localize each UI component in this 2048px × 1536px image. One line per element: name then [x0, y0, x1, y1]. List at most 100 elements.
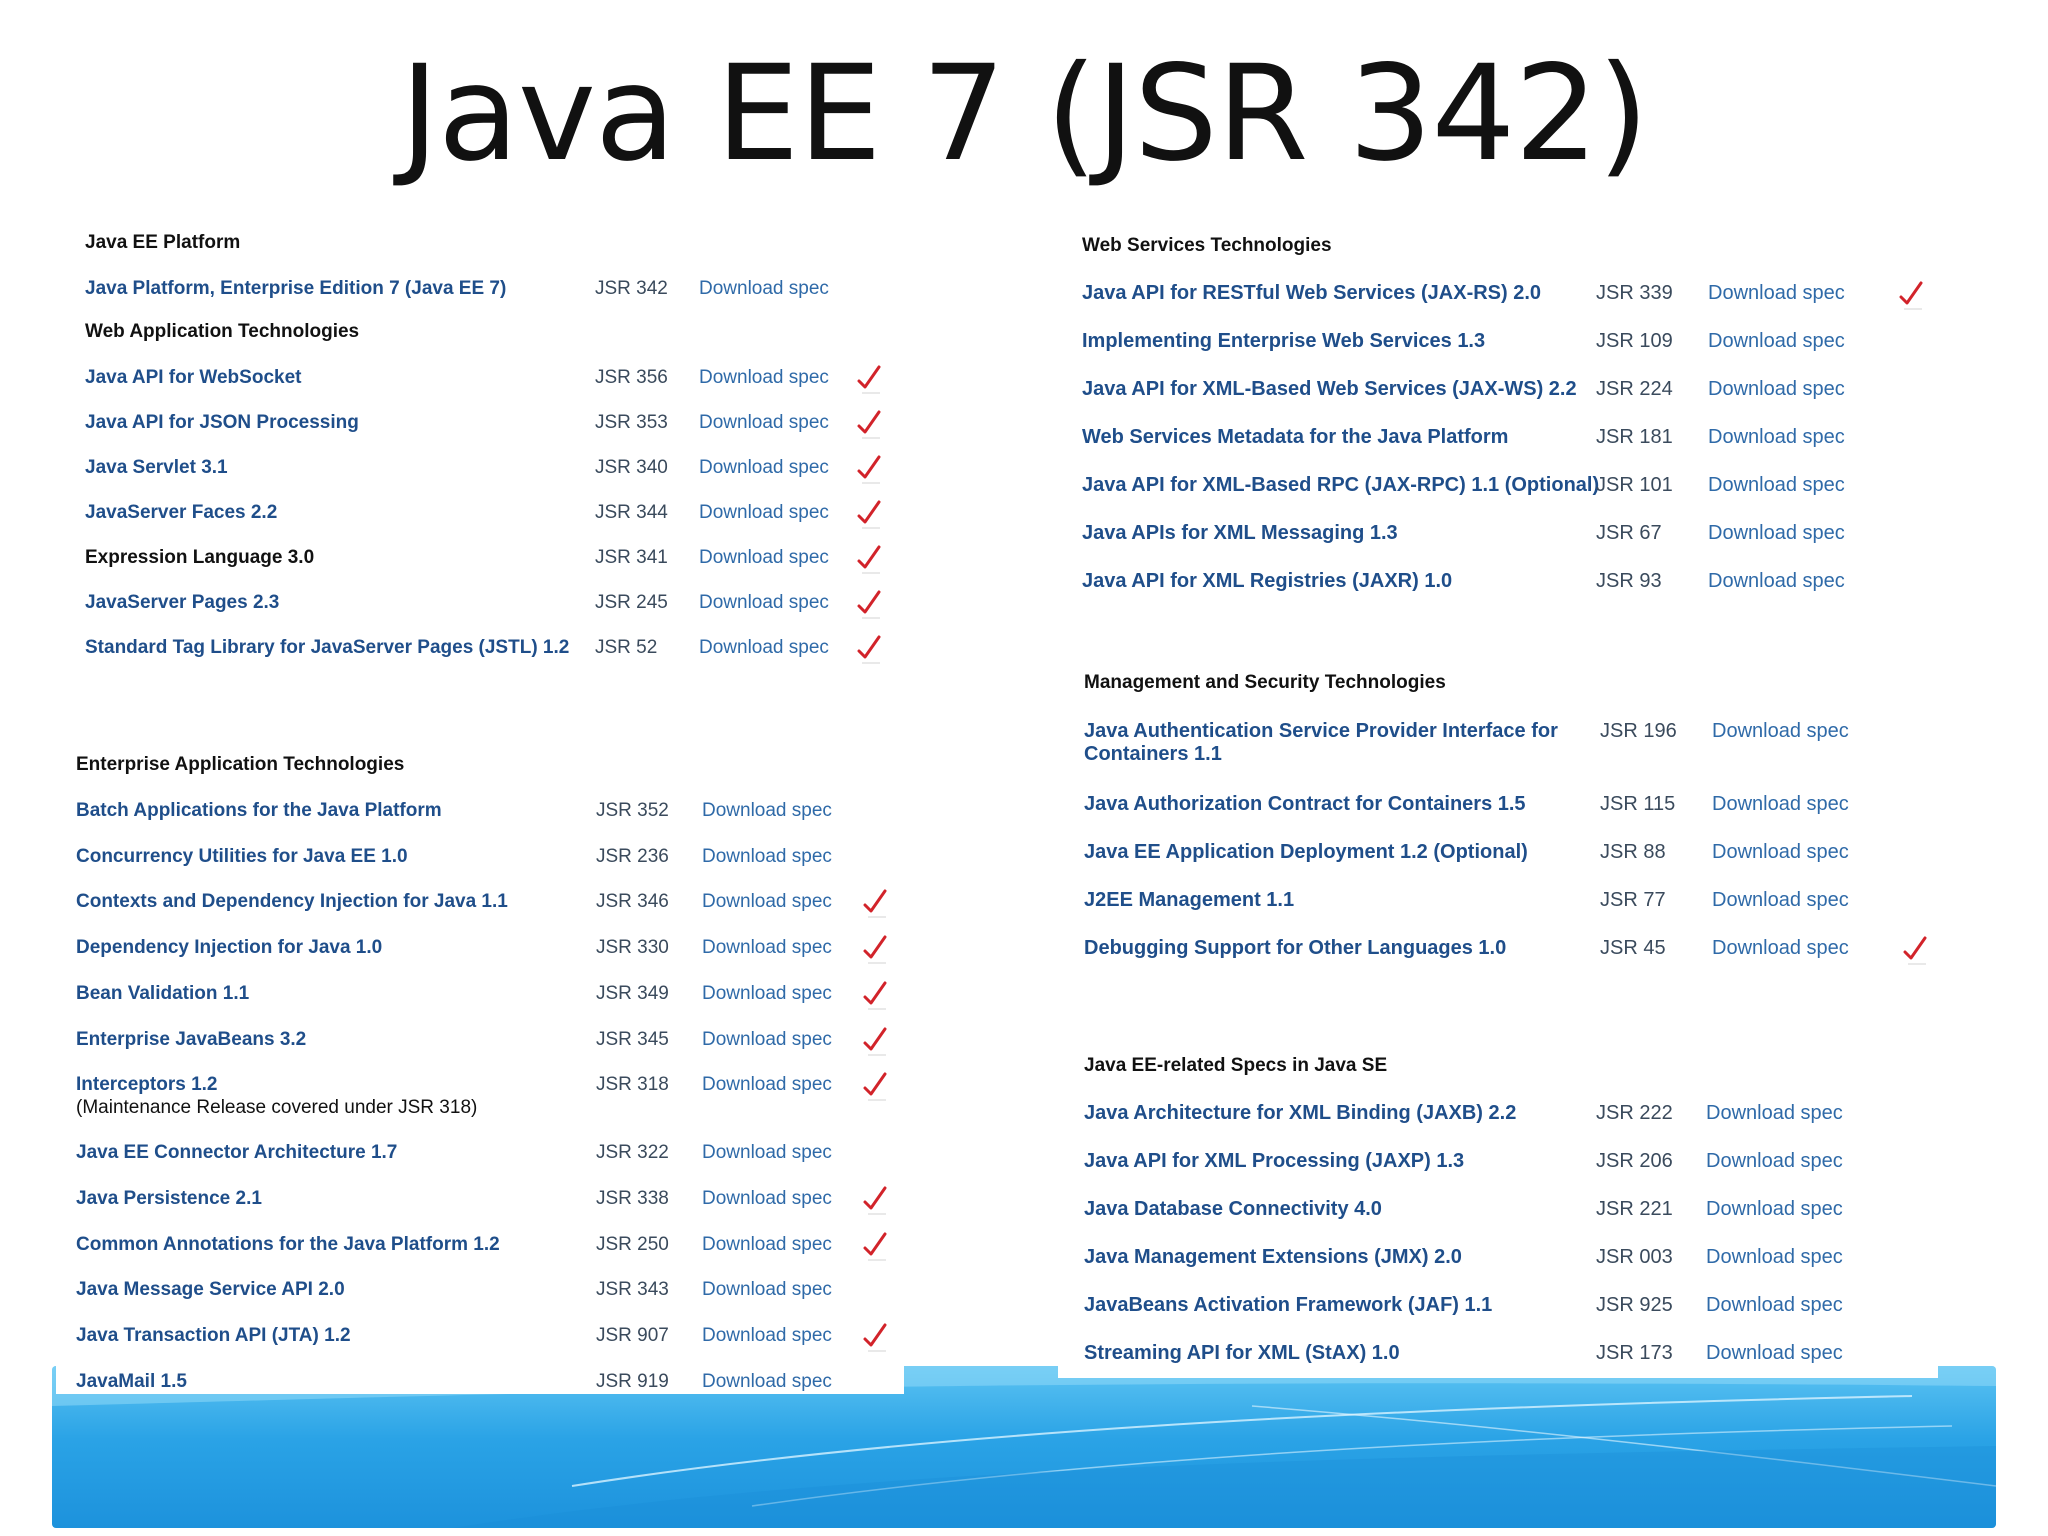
- jsr-number: JSR 003: [1596, 1246, 1673, 1268]
- spec-name-link[interactable]: Java API for XML Registries (JAXR) 1.0: [1082, 570, 1452, 593]
- spec-name-link[interactable]: J2EE Management 1.1: [1084, 889, 1294, 912]
- spec-name-link[interactable]: Bean Validation 1.1: [76, 982, 249, 1005]
- section-heading: Management and Security Technologies: [1084, 672, 1446, 693]
- jsr-number: JSR 344: [595, 502, 668, 523]
- spec-name-link[interactable]: Java Authorization Contract for Containe…: [1084, 793, 1526, 816]
- spec-name-link[interactable]: Dependency Injection for Java 1.0: [76, 936, 382, 959]
- download-spec-link[interactable]: Download spec: [1708, 570, 1845, 593]
- spec-name-link[interactable]: Java Persistence 2.1: [76, 1187, 262, 1210]
- download-spec-link[interactable]: Download spec: [1708, 474, 1845, 497]
- download-spec-link[interactable]: Download spec: [1706, 1150, 1843, 1173]
- download-spec-link[interactable]: Download spec: [702, 845, 832, 868]
- download-spec-link[interactable]: Download spec: [1708, 378, 1845, 401]
- spec-row: Java API for XML Processing (JAXP) 1.3 JS…: [1058, 1150, 1938, 1180]
- spec-name-link[interactable]: Java Transaction API (JTA) 1.2: [76, 1324, 351, 1347]
- spec-name-link[interactable]: Debugging Support for Other Languages 1.…: [1084, 937, 1506, 960]
- download-spec-link[interactable]: Download spec: [1712, 793, 1849, 816]
- download-spec-link[interactable]: Download spec: [699, 456, 829, 479]
- download-spec-link[interactable]: Download spec: [1708, 330, 1845, 353]
- download-spec-link[interactable]: Download spec: [699, 546, 829, 569]
- spec-name-link[interactable]: Concurrency Utilities for Java EE 1.0: [76, 845, 408, 868]
- download-spec-link[interactable]: Download spec: [702, 936, 832, 959]
- spec-name-link[interactable]: Streaming API for XML (StAX) 1.0: [1084, 1342, 1400, 1365]
- spec-name-link[interactable]: Interceptors 1.2 (Maintenance Release cov…: [76, 1073, 477, 1119]
- download-spec-link[interactable]: Download spec: [1712, 841, 1849, 864]
- spec-name-link[interactable]: Common Annotations for the Java Platform…: [76, 1233, 500, 1256]
- spec-name-link[interactable]: Java Database Connectivity 4.0: [1084, 1198, 1382, 1221]
- spec-name-link[interactable]: Java API for WebSocket: [85, 366, 301, 389]
- download-spec-link[interactable]: Download spec: [702, 1370, 832, 1393]
- spec-name-link[interactable]: Java API for JSON Processing: [85, 411, 359, 434]
- download-spec-link[interactable]: Download spec: [702, 1278, 832, 1301]
- download-spec-link[interactable]: Download spec: [702, 1141, 832, 1164]
- spec-name-link[interactable]: Java EE Application Deployment 1.2 (Opti…: [1084, 841, 1528, 864]
- download-spec-link[interactable]: Download spec: [1706, 1246, 1843, 1269]
- download-spec-link[interactable]: Download spec: [1706, 1294, 1843, 1317]
- download-spec-link[interactable]: Download spec: [699, 501, 829, 524]
- spec-name-link[interactable]: JavaBeans Activation Framework (JAF) 1.1: [1084, 1294, 1492, 1317]
- spec-name-text: Interceptors 1.2: [76, 1074, 218, 1096]
- spec-name-link[interactable]: Java Management Extensions (JMX) 2.0: [1084, 1246, 1462, 1269]
- spec-name-text: Java APIs for XML Messaging 1.3: [1082, 522, 1398, 544]
- spec-name-link[interactable]: Implementing Enterprise Web Services 1.3: [1082, 330, 1485, 353]
- download-spec-link[interactable]: Download spec: [699, 636, 829, 659]
- download-spec-link[interactable]: Download spec: [1708, 522, 1845, 545]
- spec-name-link[interactable]: Java Platform, Enterprise Edition 7 (Jav…: [85, 277, 506, 300]
- download-spec-link[interactable]: Download spec: [699, 591, 829, 614]
- download-spec-link[interactable]: Download spec: [1706, 1342, 1843, 1365]
- spec-name-text: Dependency Injection for Java 1.0: [76, 937, 383, 959]
- download-spec-link[interactable]: Download spec: [702, 1028, 832, 1051]
- download-spec-link[interactable]: Download spec: [702, 890, 832, 913]
- download-spec-link[interactable]: Download spec: [699, 277, 829, 300]
- download-spec-link[interactable]: Download spec: [702, 799, 832, 822]
- spec-name-link[interactable]: Java API for XML-Based Web Services (JAX…: [1082, 378, 1577, 401]
- spec-name-link[interactable]: Enterprise JavaBeans 3.2: [76, 1028, 306, 1051]
- spec-name-text: Common Annotations for the Java Platform…: [76, 1233, 500, 1255]
- spec-name-text: Expression Language 3.0: [85, 547, 315, 568]
- spec-name-link[interactable]: Java API for XML Processing (JAXP) 1.3: [1084, 1150, 1464, 1173]
- download-spec-link[interactable]: Download spec: [699, 366, 829, 389]
- jsr-number: JSR 221: [1596, 1198, 1673, 1220]
- download-spec-link[interactable]: Download spec: [702, 1073, 832, 1096]
- spec-name-link[interactable]: Web Services Metadata for the Java Platf…: [1082, 426, 1508, 449]
- download-spec-link[interactable]: Download spec: [699, 411, 829, 434]
- spec-name-link[interactable]: Java API for XML-Based RPC (JAX-RPC) 1.1…: [1082, 474, 1599, 497]
- spec-name-link[interactable]: JavaServer Pages 2.3: [85, 591, 279, 614]
- spec-row: Dependency Injection for Java 1.0 JSR 330…: [56, 935, 904, 966]
- spec-name-link[interactable]: Java Message Service API 2.0: [76, 1278, 345, 1301]
- spec-name-link[interactable]: Java EE Connector Architecture 1.7: [76, 1141, 397, 1164]
- red-checkmark-icon: [862, 1026, 888, 1056]
- right-spec-panel: Web Services Technologies Java API for RE…: [1058, 222, 1938, 1378]
- spec-name-link[interactable]: Java APIs for XML Messaging 1.3: [1082, 522, 1398, 545]
- section-heading: Enterprise Application Technologies: [76, 754, 405, 775]
- jsr-number: JSR 88: [1600, 841, 1666, 863]
- spec-name-link[interactable]: Standard Tag Library for JavaServer Page…: [85, 636, 569, 659]
- spec-row: Common Annotations for the Java Platform…: [56, 1232, 904, 1263]
- download-spec-link[interactable]: Download spec: [1706, 1102, 1843, 1125]
- spec-name-text: Java API for JSON Processing: [85, 412, 359, 433]
- download-spec-link[interactable]: Download spec: [1712, 720, 1849, 743]
- spec-name-link[interactable]: Java API for RESTful Web Services (JAX-R…: [1082, 282, 1541, 305]
- download-spec-link[interactable]: Download spec: [702, 1324, 832, 1347]
- download-spec-link[interactable]: Download spec: [1708, 426, 1845, 449]
- spec-name-link[interactable]: Java Architecture for XML Binding (JAXB)…: [1084, 1102, 1516, 1125]
- download-spec-link[interactable]: Download spec: [1712, 889, 1849, 912]
- jsr-number: JSR 115: [1600, 793, 1676, 815]
- spec-row: Expression Language 3.0 JSR 341 Download s…: [56, 545, 904, 576]
- spec-name-link[interactable]: Batch Applications for the Java Platform: [76, 799, 442, 822]
- spec-name-text: Java API for XML Registries (JAXR) 1.0: [1082, 570, 1453, 592]
- download-spec-link[interactable]: Download spec: [1712, 937, 1849, 960]
- spec-name-text: Java Persistence 2.1: [76, 1187, 262, 1209]
- spec-row: Java Management Extensions (JMX) 2.0 JSR …: [1058, 1246, 1938, 1276]
- spec-name-link[interactable]: JavaMail 1.5: [76, 1370, 187, 1393]
- spec-name-link[interactable]: JavaServer Faces 2.2: [85, 501, 277, 524]
- download-spec-link[interactable]: Download spec: [1706, 1198, 1843, 1221]
- download-spec-link[interactable]: Download spec: [1708, 282, 1845, 305]
- download-spec-link[interactable]: Download spec: [702, 982, 832, 1005]
- spec-name-link[interactable]: Contexts and Dependency Injection for Ja…: [76, 890, 508, 913]
- download-spec-link[interactable]: Download spec: [702, 1187, 832, 1210]
- spec-name-link[interactable]: Java Servlet 3.1: [85, 456, 228, 479]
- spec-name-link[interactable]: Java Authentication Service Provider Int…: [1084, 720, 1558, 766]
- download-spec-link[interactable]: Download spec: [702, 1233, 832, 1256]
- red-checkmark-icon: [1898, 280, 1924, 310]
